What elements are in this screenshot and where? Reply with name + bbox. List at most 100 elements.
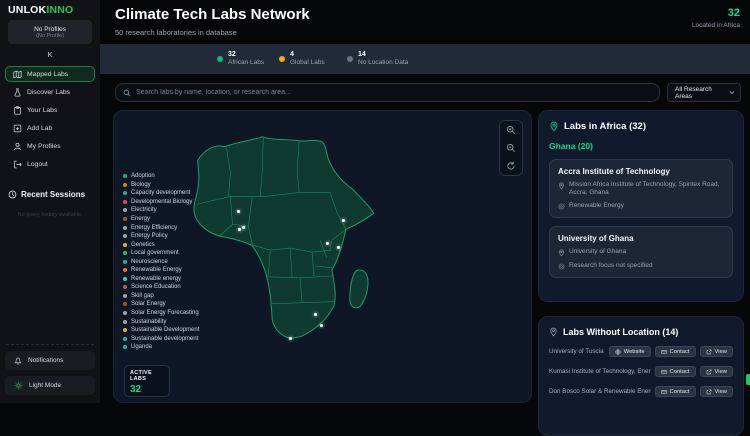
view-button[interactable]: View — [700, 346, 733, 357]
legend-dot — [123, 260, 127, 264]
stat-value: 32 — [228, 51, 264, 59]
sidebar-nav: Mapped Labs Discover Labs Your Labs Add … — [5, 66, 95, 174]
sidebar-item-discover-labs[interactable]: Discover Labs — [5, 84, 95, 100]
lab-row: University of Tuscia Website Contact Vie… — [549, 346, 733, 357]
legend-dot — [123, 243, 127, 247]
sidebar-item-mapped-labs[interactable]: Mapped Labs — [5, 66, 95, 82]
pin-icon — [558, 182, 565, 190]
lab-marker[interactable] — [342, 219, 345, 222]
lab-card[interactable]: Accra Institute of Technology Mission Af… — [549, 159, 733, 218]
sidebar-divider — [6, 344, 94, 345]
light-mode-toggle[interactable]: Light Mode — [5, 376, 95, 395]
stat-dot-green — [217, 56, 223, 62]
lab-row: Kumasi Institute of Technology, Energy a… — [549, 366, 733, 377]
search-input[interactable] — [136, 89, 659, 96]
legend-item: Energy — [123, 215, 199, 224]
legend-item: Energy Policy — [123, 232, 199, 241]
reset-view-button[interactable] — [503, 159, 519, 174]
legend-item: Capacity development — [123, 189, 199, 198]
zoom-out-button[interactable] — [503, 141, 519, 156]
legend-item: Solar Energy Forecasting — [123, 309, 199, 318]
lab-focus: Research focus not specified — [569, 262, 652, 270]
view-button[interactable]: View — [700, 386, 733, 397]
lab-marker[interactable] — [242, 226, 245, 229]
lab-card[interactable]: University of Ghana University of Ghana … — [549, 226, 733, 278]
legend-dot — [123, 183, 127, 187]
lab-focus: Renewable Energy — [569, 202, 624, 210]
labs-in-africa-panel: Labs in Africa (32) Ghana (20) Accra Ins… — [538, 110, 744, 302]
labs-without-location-panel: Labs Without Location (14) University of… — [538, 316, 744, 436]
labs-in-africa-header: Labs in Africa (32) — [549, 121, 733, 132]
map-icon — [13, 70, 22, 79]
legend-item: Skill gap — [123, 292, 199, 301]
stat-label: No Location Data — [358, 59, 408, 67]
lab-marker[interactable] — [238, 228, 241, 231]
recent-sessions-title: Recent Sessions — [21, 190, 85, 199]
profile-subtitle: (No Profile) — [36, 33, 64, 39]
legend-label: Adoption — [131, 173, 155, 179]
labs-without-location-title: Labs Without Location (14) — [563, 327, 678, 337]
lab-name: University of Tuscia — [549, 348, 605, 355]
sidebar-item-my-profiles[interactable]: My Profiles — [5, 138, 95, 154]
legend-dot — [123, 174, 127, 178]
legend-dot — [123, 268, 127, 272]
legend-label: Sustainable development — [131, 336, 198, 342]
recent-sessions-header: Recent Sessions — [8, 190, 85, 199]
research-area-select[interactable]: All Research Areas — [667, 83, 741, 102]
sidebar-item-add-lab[interactable]: Add Lab — [5, 120, 95, 136]
lab-name: Don Bosco Solar & Renewable Energy Trai.… — [549, 388, 651, 395]
website-label: Website — [624, 349, 645, 355]
located-label: Located in Africa — [692, 22, 740, 29]
legend-item: Sustainable Development — [123, 326, 199, 335]
lab-marker[interactable] — [320, 324, 323, 327]
lab-marker[interactable] — [326, 242, 329, 245]
research-icon — [558, 263, 565, 270]
notifications-button[interactable]: Notifications — [5, 351, 95, 370]
toast-edge — [746, 374, 750, 385]
reset-icon — [506, 161, 516, 171]
legend-dot — [123, 302, 127, 306]
map-panel: Adoption Biology Capacity development De… — [113, 110, 532, 403]
active-labs-box: ACTIVE LABS 32 — [124, 365, 170, 397]
sidebar-item-logout[interactable]: Logout — [5, 156, 95, 172]
legend-item: Neuroscience — [123, 257, 199, 266]
legend-label: Energy — [131, 216, 150, 222]
lab-marker[interactable] — [337, 246, 340, 249]
legend-dot — [123, 328, 127, 332]
notifications-label: Notifications — [28, 357, 63, 364]
lab-marker[interactable] — [289, 337, 292, 340]
legend-item: Science Education — [123, 283, 199, 292]
globe-icon — [615, 349, 621, 355]
sidebar-item-label: Discover Labs — [27, 89, 70, 96]
legend-label: Neuroscience — [131, 259, 168, 265]
view-button[interactable]: View — [700, 366, 733, 377]
lab-row: Don Bosco Solar & Renewable Energy Trai.… — [549, 386, 733, 397]
legend-label: Genetics — [131, 242, 155, 248]
lab-address-row: University of Ghana — [558, 248, 724, 257]
legend-item: Biology — [123, 181, 199, 190]
lab-name: Kumasi Institute of Technology, Energy a… — [549, 368, 651, 375]
labs-in-africa-title: Labs in Africa (32) — [564, 121, 646, 132]
website-button[interactable]: Website — [609, 346, 651, 357]
contact-button[interactable]: Contact — [655, 346, 696, 357]
contact-label: Contact — [670, 389, 690, 395]
lab-marker[interactable] — [237, 210, 240, 213]
contact-button[interactable]: Contact — [655, 386, 696, 397]
external-link-icon — [706, 369, 712, 375]
contact-label: Contact — [670, 349, 690, 355]
zoom-in-icon — [506, 125, 516, 135]
clock-icon — [8, 190, 17, 199]
profile-selector[interactable]: No Profiles (No Profile) — [8, 20, 92, 44]
zoom-in-button[interactable] — [503, 123, 519, 138]
legend-label: Solar Energy — [131, 301, 166, 307]
legend-item: Adoption — [123, 172, 199, 181]
legend-dot — [123, 320, 127, 324]
zoom-out-icon — [506, 143, 516, 153]
lab-marker[interactable] — [314, 313, 317, 316]
located-count: 32 — [728, 7, 740, 19]
sidebar-item-your-labs[interactable]: Your Labs — [5, 102, 95, 118]
contact-button[interactable]: Contact — [655, 366, 696, 377]
map-controls — [499, 120, 523, 176]
sidebar-item-label: My Profiles — [27, 143, 61, 150]
sidebar-item-label: Logout — [27, 161, 48, 168]
